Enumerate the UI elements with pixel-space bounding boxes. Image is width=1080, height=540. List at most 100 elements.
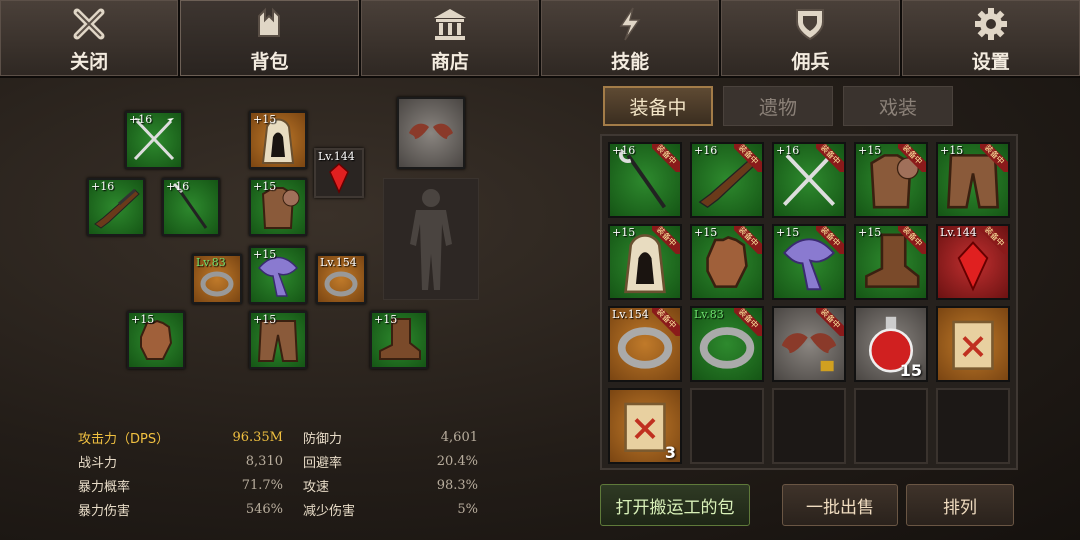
equip-slot-ring-1[interactable]: Lv.83 <box>192 254 242 304</box>
item-level: +15 <box>253 248 277 261</box>
equipped-badge: 装备中 <box>734 144 762 172</box>
equip-slot-gem[interactable]: Lv.144 <box>314 148 364 198</box>
bat-wings-icon <box>409 123 453 139</box>
bulk-sell-button[interactable]: 一批出售 <box>782 484 898 526</box>
nav-settings-button[interactable]: 设置 <box>901 0 1080 76</box>
empty-inventory-slot[interactable] <box>690 388 764 464</box>
item-level: +15 <box>374 313 398 326</box>
stat-value: 5% <box>457 501 478 517</box>
inventory-slot[interactable]: 15 <box>854 306 928 382</box>
game-screen: 关闭 背包 商店 技能 佣兵 设置 +16 +15 Lv.144 +16 +16… <box>0 0 1080 540</box>
open-porter-bag-button[interactable]: 打开搬运工的包 <box>600 484 750 526</box>
item-level: +15 <box>776 226 800 239</box>
equipped-badge: 装备中 <box>816 308 844 336</box>
close-icon <box>70 5 108 43</box>
equip-slot-weapon[interactable]: +16 <box>125 111 183 169</box>
inventory-slot[interactable]: +15 装备中 <box>936 142 1010 218</box>
equip-slot-wings[interactable] <box>397 97 465 169</box>
nav-label: 设置 <box>971 51 1010 73</box>
inventory-slot[interactable]: +15 装备中 <box>854 224 928 300</box>
skill-lightning-icon <box>611 5 649 43</box>
nav-label: 商店 <box>430 51 469 73</box>
item-level: +15 <box>253 113 277 126</box>
nav-mercenary-button[interactable]: 佣兵 <box>721 0 900 76</box>
stat-value: 71.7% <box>241 477 283 493</box>
tab-equipped[interactable]: 装备中 <box>603 86 713 126</box>
equip-slot-pants[interactable]: +15 <box>249 311 307 369</box>
equipped-badge-label: 装备中 <box>898 144 926 172</box>
stats-row: 暴力概率 71.7% 攻速 98.3% <box>78 473 483 497</box>
equip-slot-gloves[interactable]: +15 <box>127 311 185 369</box>
stat-label: 战斗力 <box>78 455 118 471</box>
inventory-slot[interactable]: 3 <box>608 388 682 464</box>
inventory-slot[interactable]: +15 装备中 <box>608 224 682 300</box>
item-level: +16 <box>166 180 190 193</box>
equipped-badge: 装备中 <box>734 308 762 336</box>
stats-row: 战斗力 8,310 回避率 20.4% <box>78 449 483 473</box>
item-level: Lv.83 <box>196 256 226 269</box>
nav-backpack-button[interactable]: 背包 <box>180 0 359 76</box>
item-level: +16 <box>776 144 800 157</box>
item-quantity: 3 <box>664 443 676 462</box>
equipped-badge-label: 装备中 <box>652 226 680 254</box>
stat-value: 20.4% <box>436 453 478 469</box>
equipped-badge-label: 装备中 <box>980 226 1008 254</box>
empty-inventory-slot[interactable] <box>854 388 928 464</box>
nav-label: 关闭 <box>70 51 109 73</box>
sort-button[interactable]: 排列 <box>906 484 1014 526</box>
top-nav: 关闭 背包 商店 技能 佣兵 设置 <box>0 0 1080 78</box>
stat-label: 攻速 <box>303 479 330 495</box>
equipped-badge: 装备中 <box>980 226 1008 254</box>
equip-slot-gun[interactable]: +16 <box>87 178 145 236</box>
item-level: +15 <box>612 226 636 239</box>
equipped-badge: 装备中 <box>652 226 680 254</box>
equip-slot-armor[interactable]: +15 <box>249 178 307 236</box>
equipped-badge: 装备中 <box>898 226 926 254</box>
tab-relics[interactable]: 遗物 <box>723 86 833 126</box>
inventory-grid: +16 装备中 +16 装备中 +16 装备中 +15 装备中 +15 装备中 +15 装备中 +15 装… <box>600 134 1018 470</box>
equipped-badge: 装备中 <box>652 308 680 336</box>
inventory-slot[interactable]: Lv.144 装备中 <box>936 224 1010 300</box>
inventory-slot[interactable]: Lv.154 装备中 <box>608 306 682 382</box>
item-level: Lv.83 <box>694 308 724 321</box>
item-level: +16 <box>612 144 636 157</box>
stats-panel: 攻击力（DPS） 96.35M 防御力 4,601 战斗力 8,310 回避率 … <box>78 425 483 521</box>
inventory-slot[interactable]: +15 装备中 <box>772 224 846 300</box>
equipped-badge-label: 装备中 <box>816 308 844 336</box>
inventory-slot[interactable]: +16 装备中 <box>690 142 764 218</box>
gear-icon <box>972 5 1010 43</box>
stats-row: 暴力伤害 546% 减少伤害 5% <box>78 497 483 521</box>
inventory-slot[interactable] <box>936 306 1010 382</box>
stat-label: 暴力概率 <box>78 479 131 495</box>
equip-slot-ring-2[interactable]: Lv.154 <box>316 254 366 304</box>
item-level: Lv.154 <box>320 256 357 269</box>
inventory-slot[interactable]: +16 装备中 <box>608 142 682 218</box>
stat-label: 攻击力（DPS） <box>78 431 170 447</box>
inventory-slot[interactable]: Lv.83 装备中 <box>690 306 764 382</box>
item-level: +15 <box>253 180 277 193</box>
equipped-badge-label: 装备中 <box>816 226 844 254</box>
tab-costume[interactable]: 戏装 <box>843 86 953 126</box>
empty-inventory-slot[interactable] <box>936 388 1010 464</box>
nav-label: 佣兵 <box>791 51 830 73</box>
equip-slot-boots[interactable]: +15 <box>370 311 428 369</box>
equipped-badge: 装备中 <box>898 144 926 172</box>
inventory-slot[interactable]: +15 装备中 <box>854 142 928 218</box>
equip-slot-helmet[interactable]: +15 <box>249 111 307 169</box>
stat-label: 减少伤害 <box>303 503 356 519</box>
equipped-badge-label: 装备中 <box>734 144 762 172</box>
nav-shop-button[interactable]: 商店 <box>360 0 539 76</box>
equip-slot-scarf[interactable]: +15 <box>249 246 307 304</box>
equipped-badge-label: 装备中 <box>816 144 844 172</box>
equip-slot-staff[interactable]: +16 <box>162 178 220 236</box>
inventory-slot[interactable]: 装备中 <box>772 306 846 382</box>
item-level: +15 <box>253 313 277 326</box>
equipped-badge: 装备中 <box>980 144 1008 172</box>
inventory-slot[interactable]: +16 装备中 <box>772 142 846 218</box>
nav-close-button[interactable]: 关闭 <box>0 0 179 76</box>
nav-skill-button[interactable]: 技能 <box>540 0 720 76</box>
stat-label: 回避率 <box>303 455 343 471</box>
character-silhouette <box>383 178 479 300</box>
empty-inventory-slot[interactable] <box>772 388 846 464</box>
inventory-slot[interactable]: +15 装备中 <box>690 224 764 300</box>
